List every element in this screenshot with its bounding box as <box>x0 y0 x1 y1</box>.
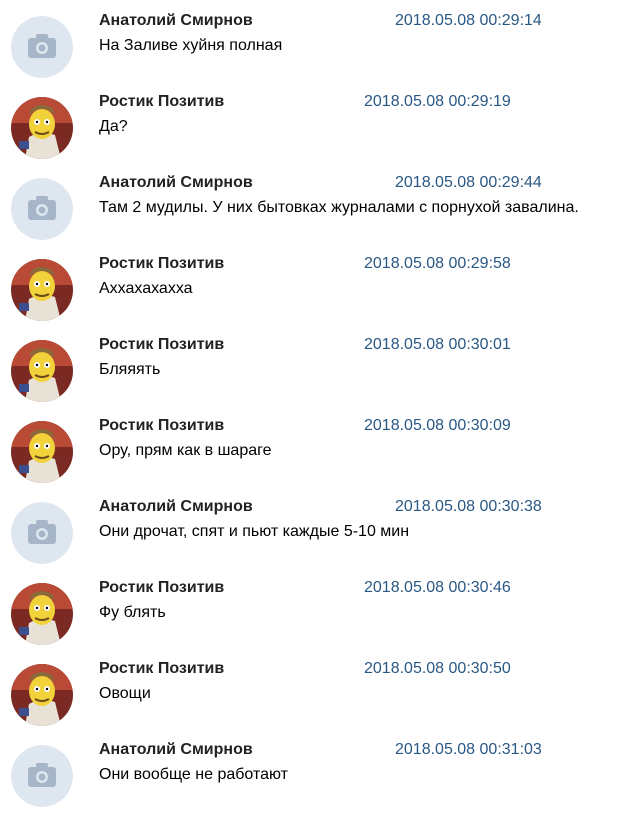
message-timestamp[interactable]: 2018.05.08 00:29:14 <box>395 12 542 30</box>
message-text: Они вообще не работают <box>99 766 288 783</box>
message-history: Анатолий Смирнов 2018.05.08 00:29:14 На … <box>0 0 633 814</box>
cartoon-character-avatar[interactable] <box>11 583 73 645</box>
message-text: Ору, прям как в шараге <box>99 442 272 459</box>
message-timestamp[interactable]: 2018.05.08 00:29:58 <box>364 255 511 273</box>
message-author[interactable]: Ростик Позитив <box>99 255 224 273</box>
message-item: Ростик Позитив 2018.05.08 00:30:50 Овощи <box>0 648 633 729</box>
message-item: Анатолий Смирнов 2018.05.08 00:31:03 Они… <box>0 729 633 810</box>
message-author[interactable]: Ростик Позитив <box>99 579 224 597</box>
message-author[interactable]: Ростик Позитив <box>99 336 224 354</box>
message-timestamp[interactable]: 2018.05.08 00:30:50 <box>364 660 511 678</box>
cartoon-character-avatar[interactable] <box>11 421 73 483</box>
message-item: Ростик Позитив 2018.05.08 00:29:58 Аххах… <box>0 243 633 324</box>
message-timestamp[interactable]: 2018.05.08 00:29:44 <box>395 174 542 192</box>
camera-placeholder-icon[interactable] <box>11 745 73 807</box>
message-text: Да? <box>99 118 128 135</box>
message-text: Аххахахахха <box>99 280 193 297</box>
message-timestamp[interactable]: 2018.05.08 00:30:01 <box>364 336 511 354</box>
message-text: Овощи <box>99 685 151 702</box>
camera-placeholder-icon[interactable] <box>11 16 73 78</box>
message-timestamp[interactable]: 2018.05.08 00:29:19 <box>364 93 511 111</box>
message-text: Там 2 мудилы. У них бытовках журналами с… <box>99 199 579 216</box>
message-timestamp[interactable]: 2018.05.08 00:30:09 <box>364 417 511 435</box>
message-timestamp[interactable]: 2018.05.08 00:31:03 <box>395 741 542 759</box>
message-item: Ростик Позитив 2018.05.08 00:30:09 Ору, … <box>0 405 633 486</box>
message-timestamp[interactable]: 2018.05.08 00:30:46 <box>364 579 511 597</box>
message-item: Анатолий Смирнов 2018.05.08 00:30:38 Они… <box>0 486 633 567</box>
message-item: Анатолий Смирнов 2018.05.08 00:29:14 На … <box>0 0 633 81</box>
cartoon-character-avatar[interactable] <box>11 664 73 726</box>
message-text: Фу блять <box>99 604 166 621</box>
message-author[interactable]: Ростик Позитив <box>99 417 224 435</box>
message-item: Анатолий Смирнов 2018.05.08 00:29:44 Там… <box>0 162 633 243</box>
message-item: Ростик Позитив 2018.05.08 00:30:01 Бляяя… <box>0 324 633 405</box>
message-author[interactable]: Анатолий Смирнов <box>99 12 253 30</box>
message-item: Ростик Позитив 2018.05.08 00:30:46 Фу бл… <box>0 567 633 648</box>
message-author[interactable]: Анатолий Смирнов <box>99 741 253 759</box>
message-author[interactable]: Ростик Позитив <box>99 660 224 678</box>
message-text: Они дрочат, спят и пьют каждые 5-10 мин <box>99 523 410 540</box>
message-item: Ростик Позитив 2018.05.08 00:29:19 Да? <box>0 81 633 162</box>
message-author[interactable]: Анатолий Смирнов <box>99 498 253 516</box>
camera-placeholder-icon[interactable] <box>11 502 73 564</box>
message-author[interactable]: Ростик Позитив <box>99 93 224 111</box>
cartoon-character-avatar[interactable] <box>11 340 73 402</box>
cartoon-character-avatar[interactable] <box>11 97 73 159</box>
message-text: Бляяять <box>99 361 161 378</box>
message-author[interactable]: Анатолий Смирнов <box>99 174 253 192</box>
camera-placeholder-icon[interactable] <box>11 178 73 240</box>
cartoon-character-avatar[interactable] <box>11 259 73 321</box>
message-timestamp[interactable]: 2018.05.08 00:30:38 <box>395 498 542 516</box>
message-text: На Заливе хуйня полная <box>99 37 283 54</box>
